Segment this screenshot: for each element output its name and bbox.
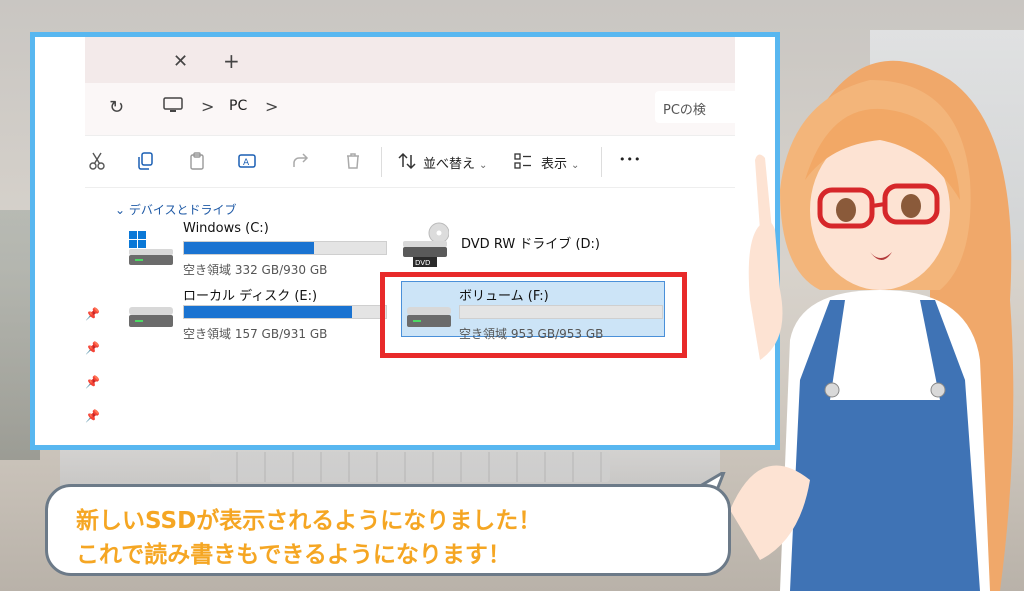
highlight-box <box>380 272 687 358</box>
view-icon[interactable] <box>513 151 533 171</box>
bubble-text-line1: 新しいSSDが表示されるようになりました！ <box>76 508 542 534</box>
search-placeholder: PCの検 <box>663 103 706 118</box>
pin-icon[interactable]: 📌 <box>85 341 100 355</box>
background-keyboard <box>210 452 610 482</box>
explorer-screenshot-frame: ✕ + ↻ > PC > PCの検 A 並べ替え ⌄ 表示 ⌄ ••• 📌 📌 … <box>30 32 780 450</box>
drive-usage-fill <box>184 242 314 254</box>
copy-icon[interactable] <box>135 151 155 171</box>
share-icon[interactable] <box>291 151 311 171</box>
toolbar-divider <box>601 147 602 177</box>
svg-text:A: A <box>243 158 250 168</box>
drive-e[interactable]: ローカル ディスク (E:) 空き領域 157 GB/931 GB <box>127 285 397 341</box>
delete-icon[interactable] <box>343 151 363 171</box>
bubble-text-line2: これで読み書きもできるようになります！ <box>76 542 511 568</box>
sort-button[interactable]: 並べ替え ⌄ <box>423 153 487 172</box>
pin-icon[interactable]: 📌 <box>85 307 100 321</box>
drive-c[interactable]: Windows (C:) 空き領域 332 GB/930 GB <box>127 221 397 277</box>
hard-drive-icon <box>129 307 173 327</box>
sort-icon[interactable] <box>397 151 417 171</box>
drive-d[interactable]: DVD DVD RW ドライブ (D:) <box>401 221 661 277</box>
chevron-down-icon: ⌄ <box>571 160 580 171</box>
command-bar: A 並べ替え ⌄ 表示 ⌄ ••• <box>85 137 735 188</box>
breadcrumb-separator[interactable]: > <box>201 97 214 116</box>
address-bar: ↻ > PC > PCの検 <box>85 83 775 136</box>
chevron-down-icon: ⌄ <box>479 160 488 171</box>
sort-label: 並べ替え <box>423 157 476 172</box>
drive-usage-bar <box>183 241 387 255</box>
pin-icon[interactable]: 📌 <box>85 409 100 423</box>
drive-usage-fill <box>184 306 352 318</box>
refresh-icon[interactable]: ↻ <box>109 97 124 118</box>
anime-character-illustration <box>730 60 1014 591</box>
view-label: 表示 <box>541 157 568 172</box>
dvd-label: DVD <box>415 259 430 267</box>
cut-icon[interactable] <box>87 151 107 171</box>
speech-bubble: 新しいSSDが表示されるようになりました！ これで読み書きもできるようになります… <box>45 484 731 576</box>
drive-free-space: 空き領域 157 GB/931 GB <box>183 327 328 341</box>
pc-icon[interactable] <box>163 97 183 113</box>
pin-icon[interactable]: 📌 <box>85 375 100 389</box>
hard-drive-icon <box>129 231 173 265</box>
breadcrumb-separator[interactable]: > <box>265 97 278 116</box>
more-options-button[interactable]: ••• <box>619 153 641 166</box>
tab-bar: ✕ + <box>85 37 735 83</box>
chevron-down-icon: ⌄ <box>115 203 126 217</box>
drive-name: ローカル ディスク (E:) <box>183 289 318 304</box>
drive-free-space: 空き領域 332 GB/930 GB <box>183 263 328 277</box>
drive-usage-bar <box>183 305 387 319</box>
new-tab-icon[interactable]: + <box>223 49 240 73</box>
paste-icon[interactable] <box>187 151 207 171</box>
devices-group-header[interactable]: ⌄ デバイスとドライブ <box>115 201 237 218</box>
breadcrumb-pc[interactable]: PC <box>229 98 247 114</box>
toolbar-divider <box>381 147 382 177</box>
tab-close-icon[interactable]: ✕ <box>173 51 188 72</box>
dvd-drive-icon: DVD <box>403 222 449 267</box>
drive-name: Windows (C:) <box>183 221 269 236</box>
view-button[interactable]: 表示 ⌄ <box>541 153 579 172</box>
drive-name: DVD RW ドライブ (D:) <box>461 237 600 252</box>
rename-icon[interactable]: A <box>237 151 257 171</box>
group-header-label: デバイスとドライブ <box>128 203 237 217</box>
